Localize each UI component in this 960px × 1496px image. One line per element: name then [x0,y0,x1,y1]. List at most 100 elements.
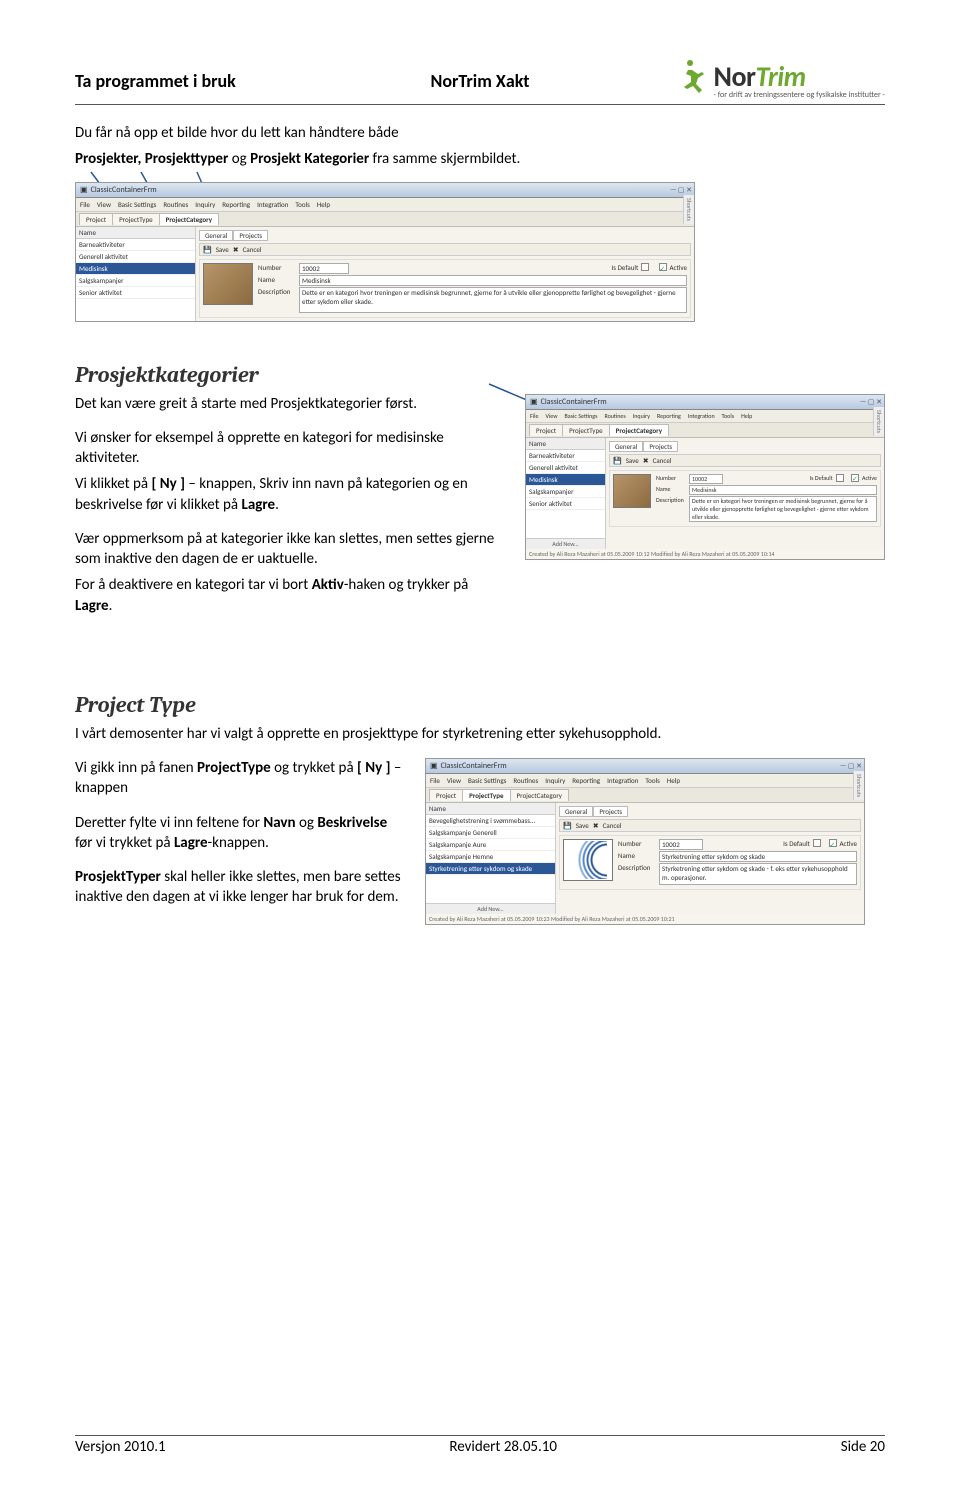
app-icon: ▣ [80,185,88,195]
name-field[interactable]: Medisinsk [299,275,687,286]
list-header[interactable]: Name [426,803,555,815]
list-item[interactable]: Salgskampanjer [526,486,605,498]
shortcuts-panel[interactable]: Shortcuts [873,407,884,436]
cancel-button[interactable]: Cancel [243,245,262,254]
tab-projectcategory[interactable]: ProjectCategory [510,789,569,801]
window-controls[interactable]: — ▢ ✕ [860,397,882,406]
shortcuts-panel[interactable]: Shortcuts [683,195,694,224]
menu-tools[interactable]: Tools [295,200,310,209]
menu-bar[interactable]: File View Basic Settings Routines Inquiry Rep… [526,410,884,423]
menu-view[interactable]: View [447,776,461,785]
status-bar: Created by Ali Reza Mazaheri at 05.05.20… [526,549,884,559]
menu-tools[interactable]: Tools [645,776,660,785]
list-item[interactable]: Senior aktivitet [76,287,195,299]
list-item[interactable]: Salgskampanje Generell [426,827,555,839]
inner-tab-general[interactable]: General [609,441,643,452]
inner-tab-general[interactable]: General [559,806,593,817]
header-logo: NorTrim - for drift av treningssentere o… [678,60,885,102]
list-item[interactable]: Senior aktivitet [526,498,605,510]
menu-tools[interactable]: Tools [722,412,734,420]
menu-reporting[interactable]: Reporting [572,776,600,785]
menu-help[interactable]: Help [741,412,752,420]
menu-file[interactable]: File [530,412,539,420]
list-item[interactable]: Barneaktiviteter [526,450,605,462]
list-header[interactable]: Name [526,438,605,450]
tab-project[interactable]: Project [429,789,463,801]
menu-basic[interactable]: Basic Settings [565,412,598,420]
menu-help[interactable]: Help [317,200,330,209]
status-bar: Created by Ali Reza Mazaheri at 05.05.20… [426,914,864,924]
name-field[interactable]: Styrketrening etter sykdom og skade [659,851,857,862]
tab-projecttype[interactable]: ProjectType [112,213,160,225]
desc-field[interactable]: Styrketrening etter sykdom og skade - f.… [659,863,857,885]
menu-inquiry[interactable]: Inquiry [195,200,215,209]
logo-text-a: Nor [714,59,756,94]
save-button[interactable]: Save [626,456,639,465]
menu-file[interactable]: File [430,776,440,785]
list-item[interactable]: Medisinsk [76,263,195,275]
s2-p3: Deretter fylte vi inn feltene for Navn o… [75,813,405,854]
save-button[interactable]: Save [576,821,589,830]
list-item[interactable]: Barneaktiviteter [76,239,195,251]
number-field[interactable]: 10002 [659,839,703,850]
list-item[interactable]: Salgskampanjer [76,275,195,287]
menu-basic[interactable]: Basic Settings [468,776,506,785]
tab-projecttype[interactable]: ProjectType [462,789,510,801]
inner-tab-projects[interactable]: Projects [233,230,268,241]
menu-integration[interactable]: Integration [257,200,288,209]
list-item[interactable]: Salgskampanje Hemne [426,851,555,863]
list-item[interactable]: Styrketrening etter sykdom og skade [426,863,555,875]
isdefault-checkbox[interactable] [641,263,649,271]
cancel-button[interactable]: Cancel [653,456,672,465]
menu-bar[interactable]: File View Basic Settings Routines Inquiry Rep… [426,774,864,788]
menu-file[interactable]: File [80,200,90,209]
menu-integration[interactable]: Integration [607,776,638,785]
list-header[interactable]: Name [76,227,195,239]
menu-inquiry[interactable]: Inquiry [633,412,650,420]
menu-routines[interactable]: Routines [163,200,188,209]
menu-bar[interactable]: File View Basic Settings Routines Inquiry Rep… [76,198,694,212]
menu-basic[interactable]: Basic Settings [118,200,156,209]
active-checkbox[interactable] [659,263,667,271]
tab-project[interactable]: Project [529,424,563,436]
active-checkbox[interactable] [851,474,859,482]
name-field[interactable]: Medisinsk [689,485,877,495]
active-checkbox[interactable] [829,839,837,847]
menu-view[interactable]: View [546,412,558,420]
menu-help[interactable]: Help [667,776,680,785]
menu-routines[interactable]: Routines [513,776,538,785]
window-controls[interactable]: — ▢ ✕ [840,761,862,770]
inner-tab-general[interactable]: General [199,230,233,241]
number-field[interactable]: 10002 [299,263,349,274]
menu-reporting[interactable]: Reporting [657,412,681,420]
list-item[interactable]: Salgskampanje Aure [426,839,555,851]
tab-projectcategory[interactable]: ProjectCategory [609,424,669,436]
add-new-button[interactable]: Add New... [526,538,605,549]
desc-field[interactable]: Dette er en kategori hvor treningen er m… [689,496,877,522]
add-new-button[interactable]: Add New... [426,903,555,914]
menu-routines[interactable]: Routines [604,412,625,420]
window-controls[interactable]: — ▢ ✕ [670,185,692,194]
s1-p4: Vær oppmerksom på at kategorier ikke kan… [75,529,505,570]
save-button[interactable]: Save [216,245,229,254]
list-item[interactable]: Medisinsk [526,474,605,486]
isdefault-checkbox[interactable] [813,839,821,847]
menu-reporting[interactable]: Reporting [222,200,250,209]
inner-tab-projects[interactable]: Projects [643,441,678,452]
menu-inquiry[interactable]: Inquiry [545,776,565,785]
shortcuts-panel[interactable]: Shortcuts [853,771,864,800]
number-field[interactable]: 10002 [689,474,723,484]
intro-2-c: Prosjekt Kategorier [247,150,373,168]
tab-projectcategory[interactable]: ProjectCategory [159,213,219,225]
inner-tab-projects[interactable]: Projects [593,806,628,817]
list-item[interactable]: Bevegelighetstrening i svømmebass... [426,815,555,827]
isdefault-checkbox[interactable] [836,474,844,482]
tab-project[interactable]: Project [79,213,113,225]
menu-view[interactable]: View [97,200,111,209]
list-item[interactable]: Generell aktivitet [76,251,195,263]
menu-integration[interactable]: Integration [688,412,715,420]
cancel-button[interactable]: Cancel [603,821,622,830]
desc-field[interactable]: Dette er en kategori hvor treningen er m… [299,287,687,313]
list-item[interactable]: Generell aktivitet [526,462,605,474]
tab-projecttype[interactable]: ProjectType [562,424,610,436]
